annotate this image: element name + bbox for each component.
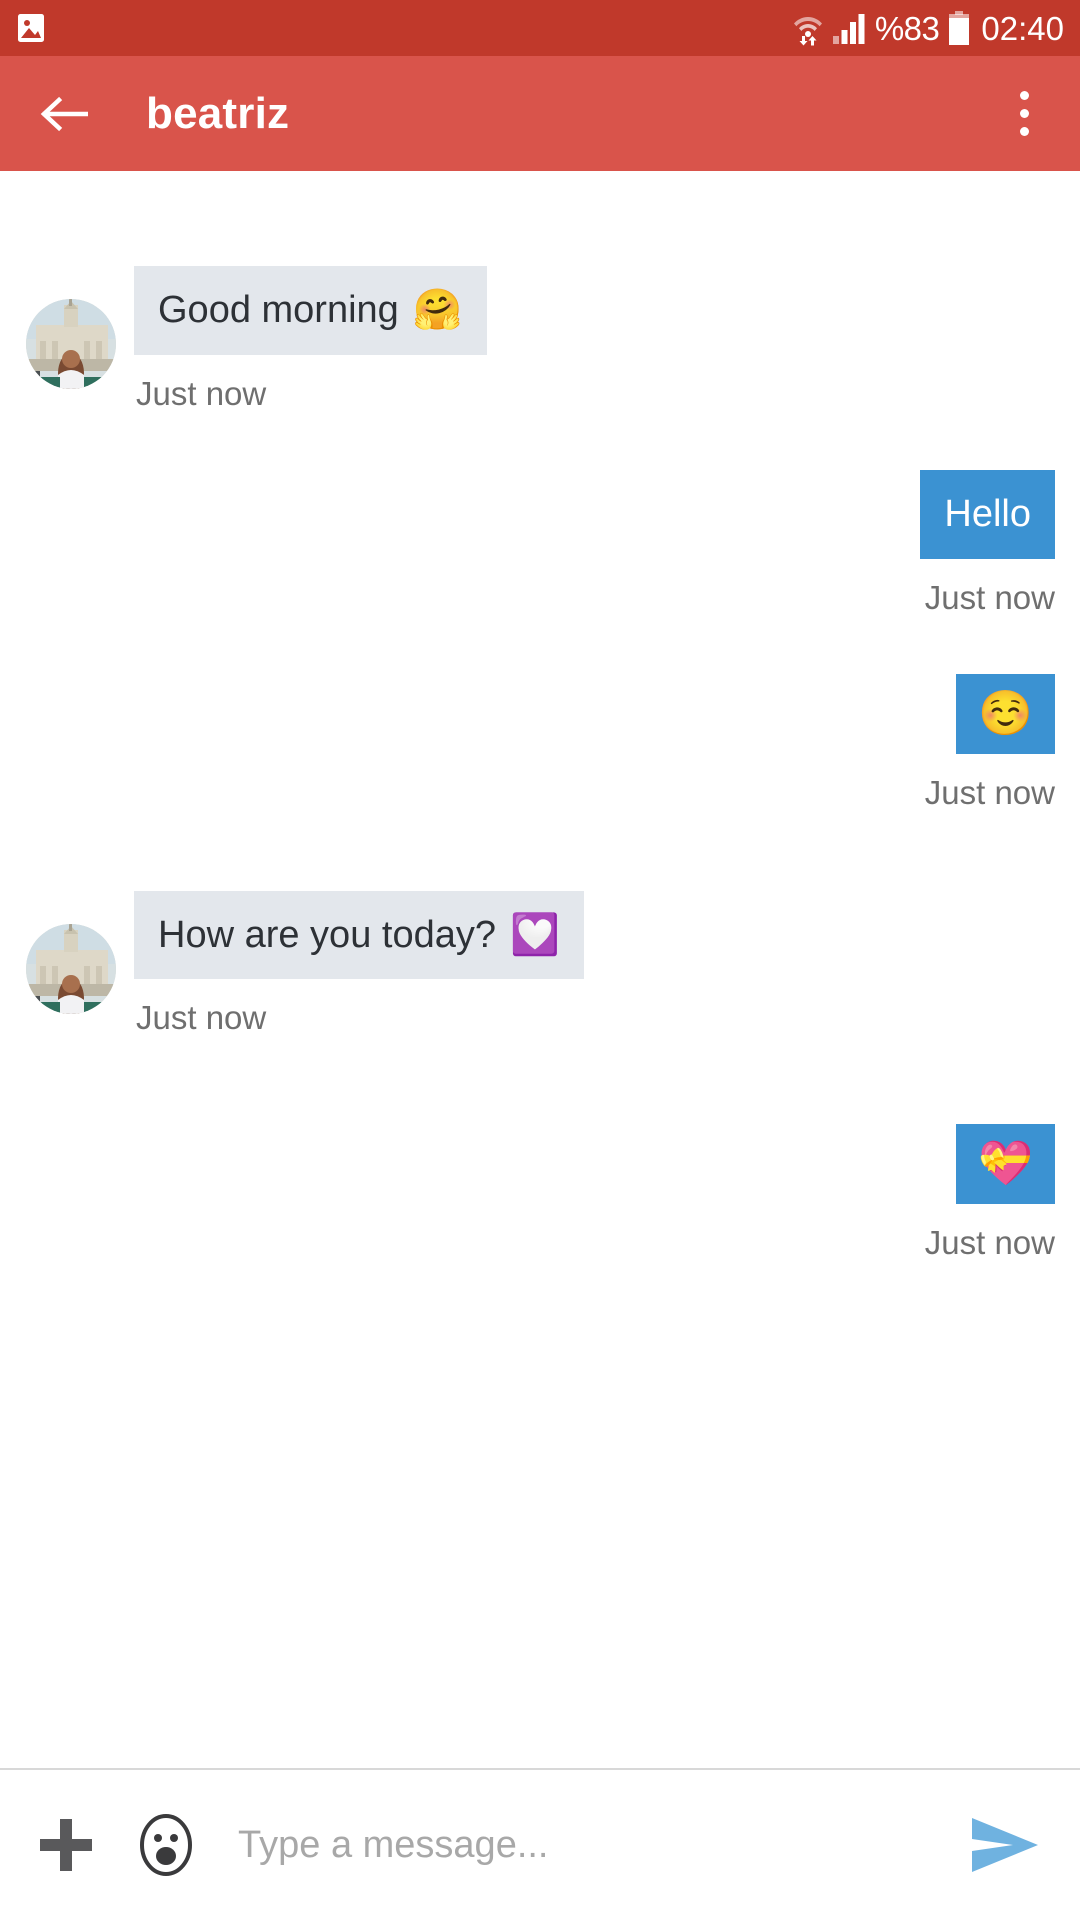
- hugging-face-emoji: 🤗: [412, 288, 463, 333]
- avatar[interactable]: [26, 299, 116, 389]
- message-row-outgoing: Hello Just now: [0, 469, 1080, 616]
- message-row-outgoing: ☺️ Just now: [0, 673, 1080, 811]
- battery-percent-label: %83: [874, 9, 940, 47]
- overflow-dot: [1019, 91, 1029, 100]
- message-timestamp: Just now: [924, 578, 1055, 616]
- status-bar: %83 02:40: [0, 0, 1080, 56]
- send-icon: [969, 1814, 1041, 1876]
- status-bar-right: %83 02:40: [793, 10, 1064, 46]
- add-attachment-button[interactable]: [28, 1807, 104, 1883]
- message-row-incoming: How are you today? 💟 Just now: [0, 890, 1080, 1037]
- heart-with-ribbon-emoji: 💝: [978, 1139, 1033, 1189]
- overflow-dot: [1019, 127, 1029, 136]
- message-bubble[interactable]: How are you today? 💟: [134, 890, 584, 980]
- message-column: How are you today? 💟 Just now: [134, 890, 584, 1037]
- message-column: Good morning 🤗 Just now: [134, 266, 487, 410]
- contact-name-title: beatriz: [146, 88, 290, 138]
- cellular-signal-icon: [832, 12, 866, 44]
- battery-icon: [948, 11, 970, 45]
- message-bubble[interactable]: 💝: [956, 1124, 1055, 1205]
- smiling-face-emoji: ☺️: [978, 688, 1033, 738]
- message-bubble[interactable]: Good morning 🤗: [134, 266, 487, 355]
- chat-screen: %83 02:40 beatriz Good morning 🤗 Just no…: [0, 0, 1080, 1920]
- back-button[interactable]: [38, 88, 90, 140]
- message-timestamp: Just now: [136, 374, 267, 412]
- message-input[interactable]: [238, 1810, 954, 1880]
- avatar[interactable]: [26, 923, 116, 1014]
- smiley-face-icon: [134, 1813, 198, 1877]
- plus-icon: [34, 1813, 98, 1877]
- gallery-image-icon: [14, 11, 48, 45]
- message-row-incoming: Good morning 🤗 Just now: [0, 266, 1080, 410]
- message-timestamp: Just now: [924, 773, 1055, 811]
- message-column: Hello Just now: [920, 469, 1055, 616]
- message-text: How are you today?: [158, 913, 496, 956]
- status-bar-left: [14, 11, 48, 45]
- heart-decoration-emoji: 💟: [509, 913, 560, 958]
- overflow-dot: [1019, 109, 1029, 118]
- app-bar: beatriz: [0, 56, 1080, 171]
- insert-emoji-button[interactable]: [128, 1807, 204, 1883]
- message-text: Hello: [944, 492, 1031, 535]
- message-row-outgoing: 💝 Just now: [0, 1124, 1080, 1259]
- overflow-menu-button[interactable]: [998, 80, 1050, 148]
- wifi-data-transfer-icon: [793, 10, 823, 46]
- message-column: 💝 Just now: [925, 1124, 1055, 1259]
- message-list[interactable]: Good morning 🤗 Just now Hello Just now ☺…: [0, 171, 1080, 1768]
- message-column: ☺️ Just now: [924, 673, 1055, 811]
- message-bubble[interactable]: Hello: [920, 469, 1055, 559]
- status-bar-clock: 02:40: [981, 9, 1064, 47]
- send-button[interactable]: [964, 1804, 1046, 1886]
- message-timestamp: Just now: [136, 999, 267, 1037]
- message-input-bar: [0, 1768, 1080, 1920]
- back-arrow-icon: [40, 94, 88, 134]
- message-bubble[interactable]: ☺️: [956, 673, 1055, 754]
- message-timestamp: Just now: [924, 1224, 1055, 1262]
- message-text: Good morning: [158, 289, 399, 331]
